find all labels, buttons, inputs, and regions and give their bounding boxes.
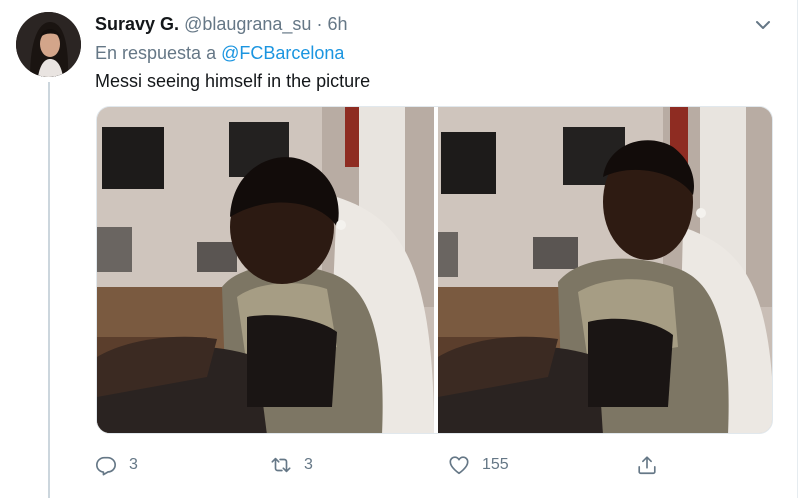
avatar[interactable] (16, 12, 81, 77)
tweet-header: Suravy G. @blaugrana_su · 6h (95, 13, 348, 35)
retweet-count: 3 (304, 456, 313, 473)
timeline-border (797, 0, 798, 498)
reply-mention-link[interactable]: @FCBarcelona (221, 43, 344, 63)
like-count: 155 (482, 456, 509, 473)
tweet-photo-2[interactable] (438, 107, 772, 433)
display-name[interactable]: Suravy G. (95, 14, 179, 34)
user-handle[interactable]: @blaugrana_su (184, 14, 311, 34)
tweet[interactable]: Suravy G. @blaugrana_su · 6h En respuest… (0, 0, 800, 498)
reply-context: En respuesta a @FCBarcelona (95, 42, 344, 64)
reply-prefix: En respuesta a (95, 43, 217, 63)
like-button[interactable]: 155 (448, 450, 509, 480)
reply-count: 3 (129, 456, 138, 473)
tweet-text: Messi seeing himself in the picture (95, 71, 371, 91)
like-icon (449, 456, 469, 475)
caret-down-icon[interactable] (752, 14, 774, 36)
share-button[interactable] (636, 450, 670, 480)
tweet-photo-1[interactable] (97, 107, 434, 433)
thread-line (48, 82, 50, 498)
avatar-photo (16, 12, 81, 77)
retweet-button[interactable]: 3 (270, 450, 313, 480)
reply-button[interactable]: 3 (95, 450, 138, 480)
share-icon (638, 456, 656, 475)
timestamp[interactable]: 6h (327, 14, 347, 34)
separator-dot: · (316, 14, 323, 34)
reply-icon (96, 456, 116, 476)
tweet-actions: 3 3 155 (95, 450, 675, 480)
retweet-icon (271, 457, 291, 473)
media-grid (96, 106, 773, 434)
